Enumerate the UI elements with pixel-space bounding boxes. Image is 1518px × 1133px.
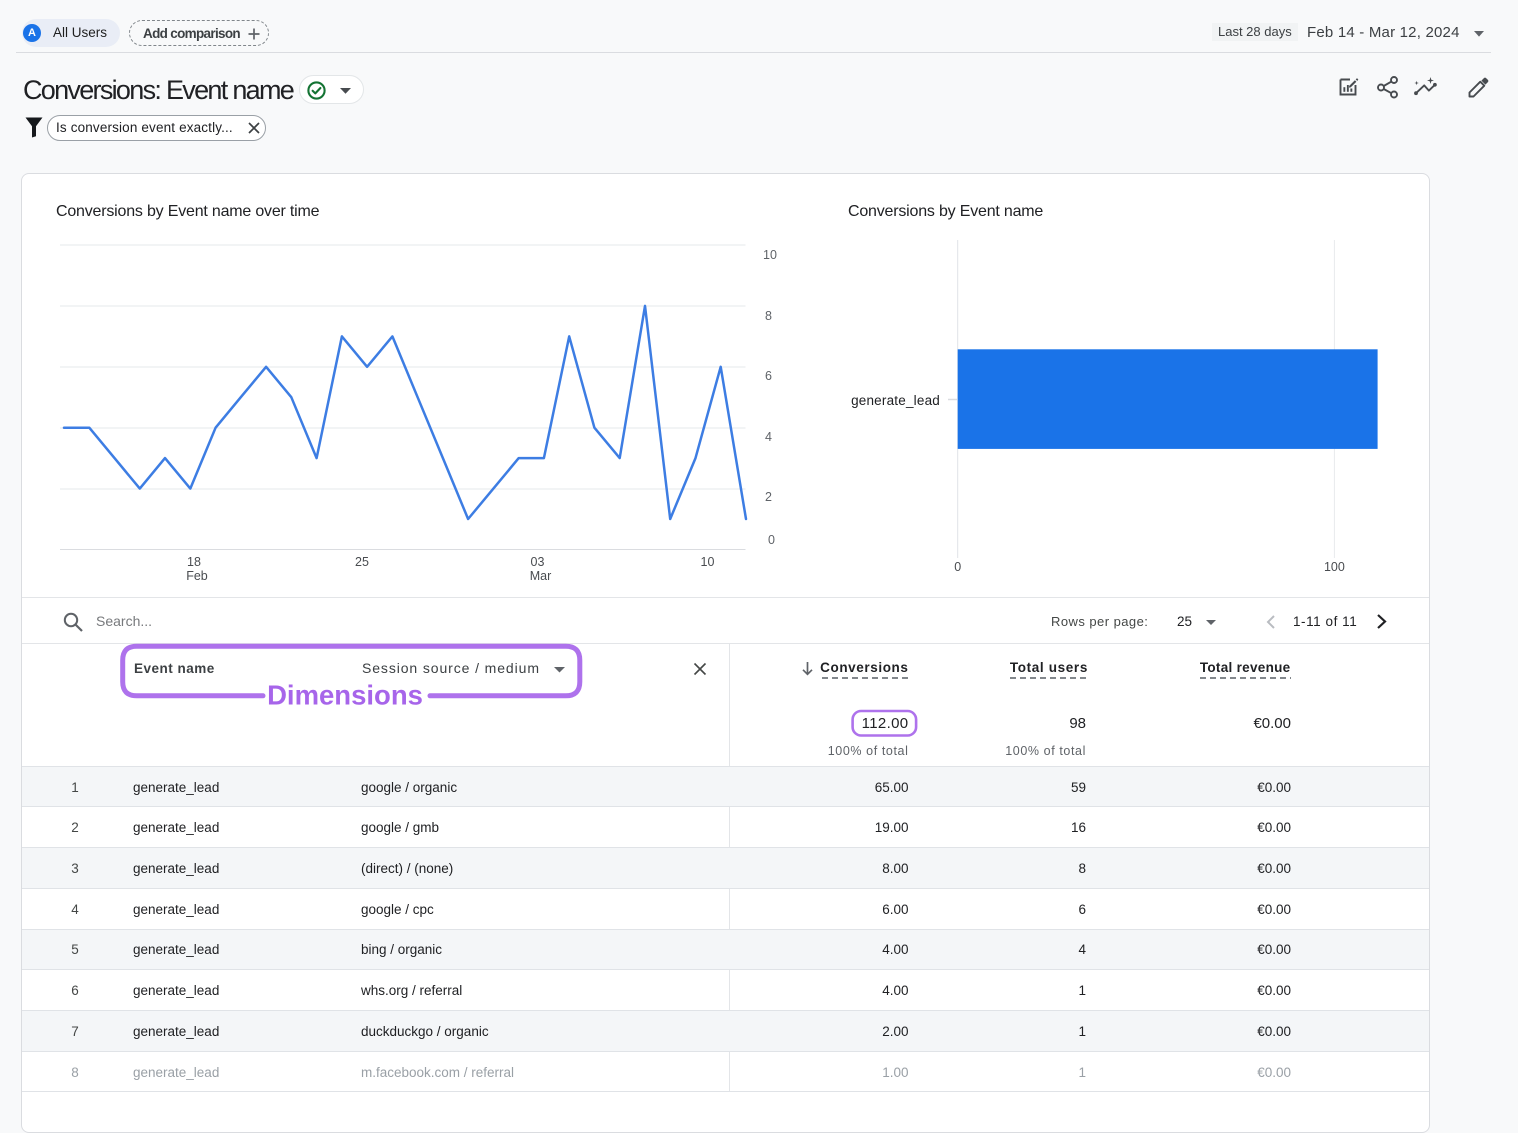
svg-text:Dimensions: Dimensions <box>267 680 423 711</box>
